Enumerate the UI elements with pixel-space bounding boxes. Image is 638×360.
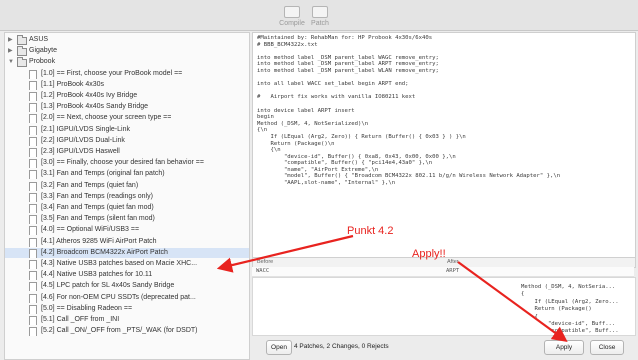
- arrow-to-item-4-2: [216, 234, 354, 273]
- annotation-punkt-4-2: Punkt 4.2: [347, 225, 394, 237]
- annotation-arrows: [216, 234, 568, 342]
- maciasl-patch-window: Compile Patch ▶ ASUS ▶ Gigabyte ▼ Probook [1.0…: [0, 0, 638, 360]
- arrow-to-apply-button: [457, 261, 568, 342]
- annotation-apply: Apply!!: [412, 248, 446, 260]
